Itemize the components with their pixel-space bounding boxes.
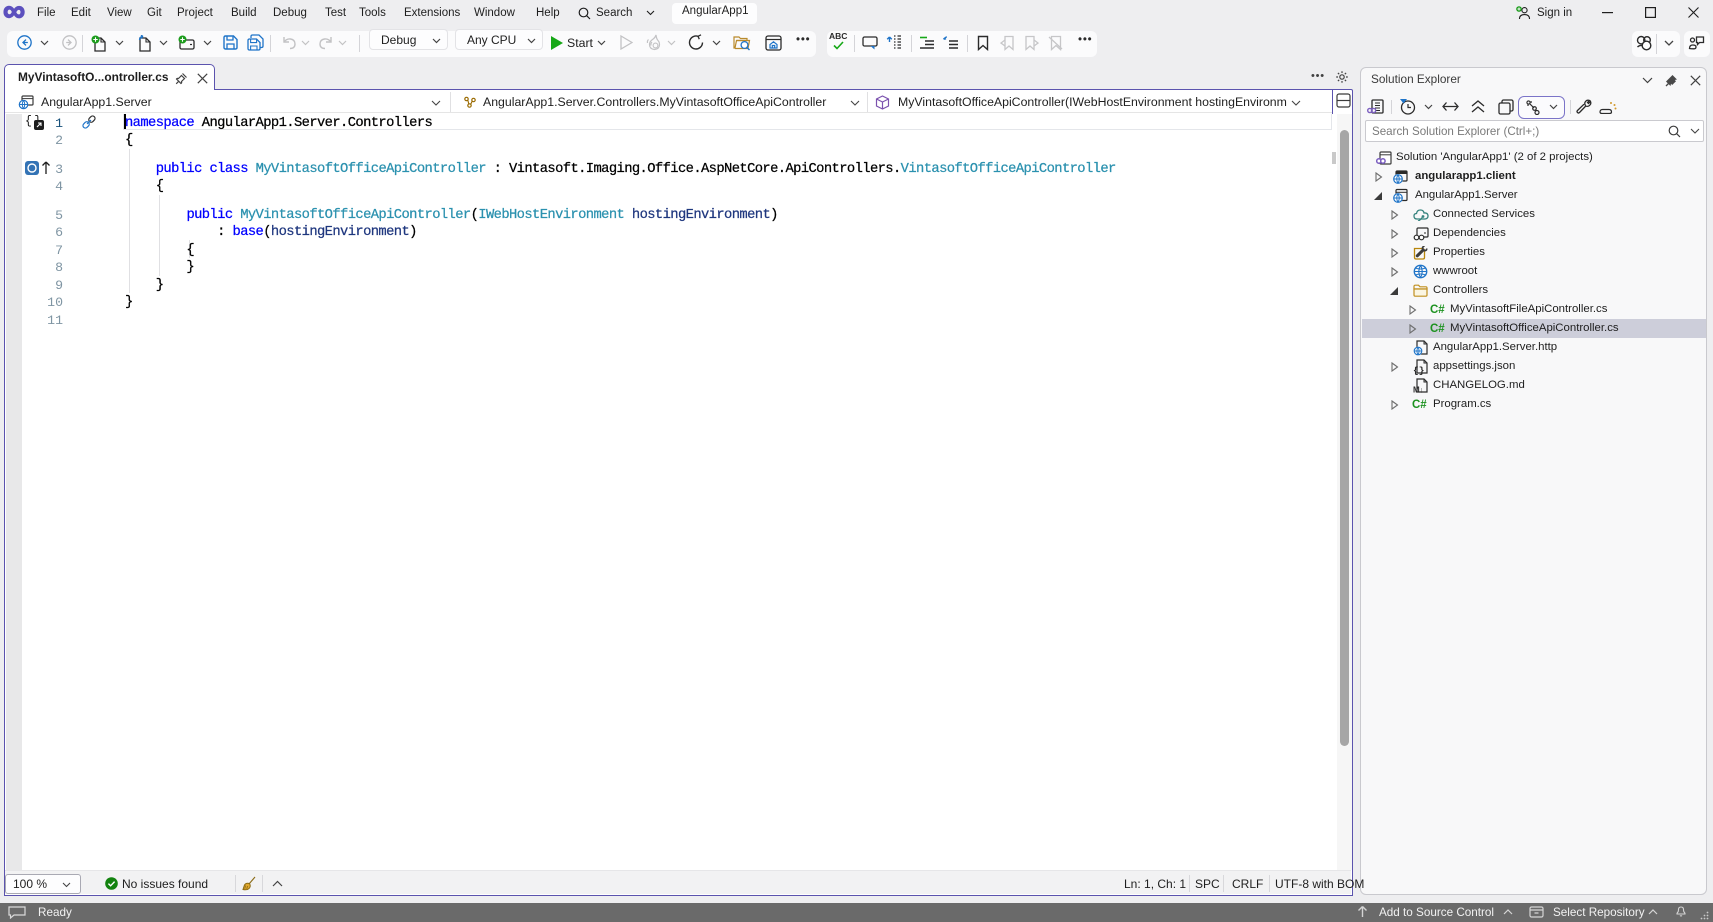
svg-text:{}: {}: [1413, 365, 1424, 375]
svg-text:M↓: M↓: [1413, 386, 1424, 395]
